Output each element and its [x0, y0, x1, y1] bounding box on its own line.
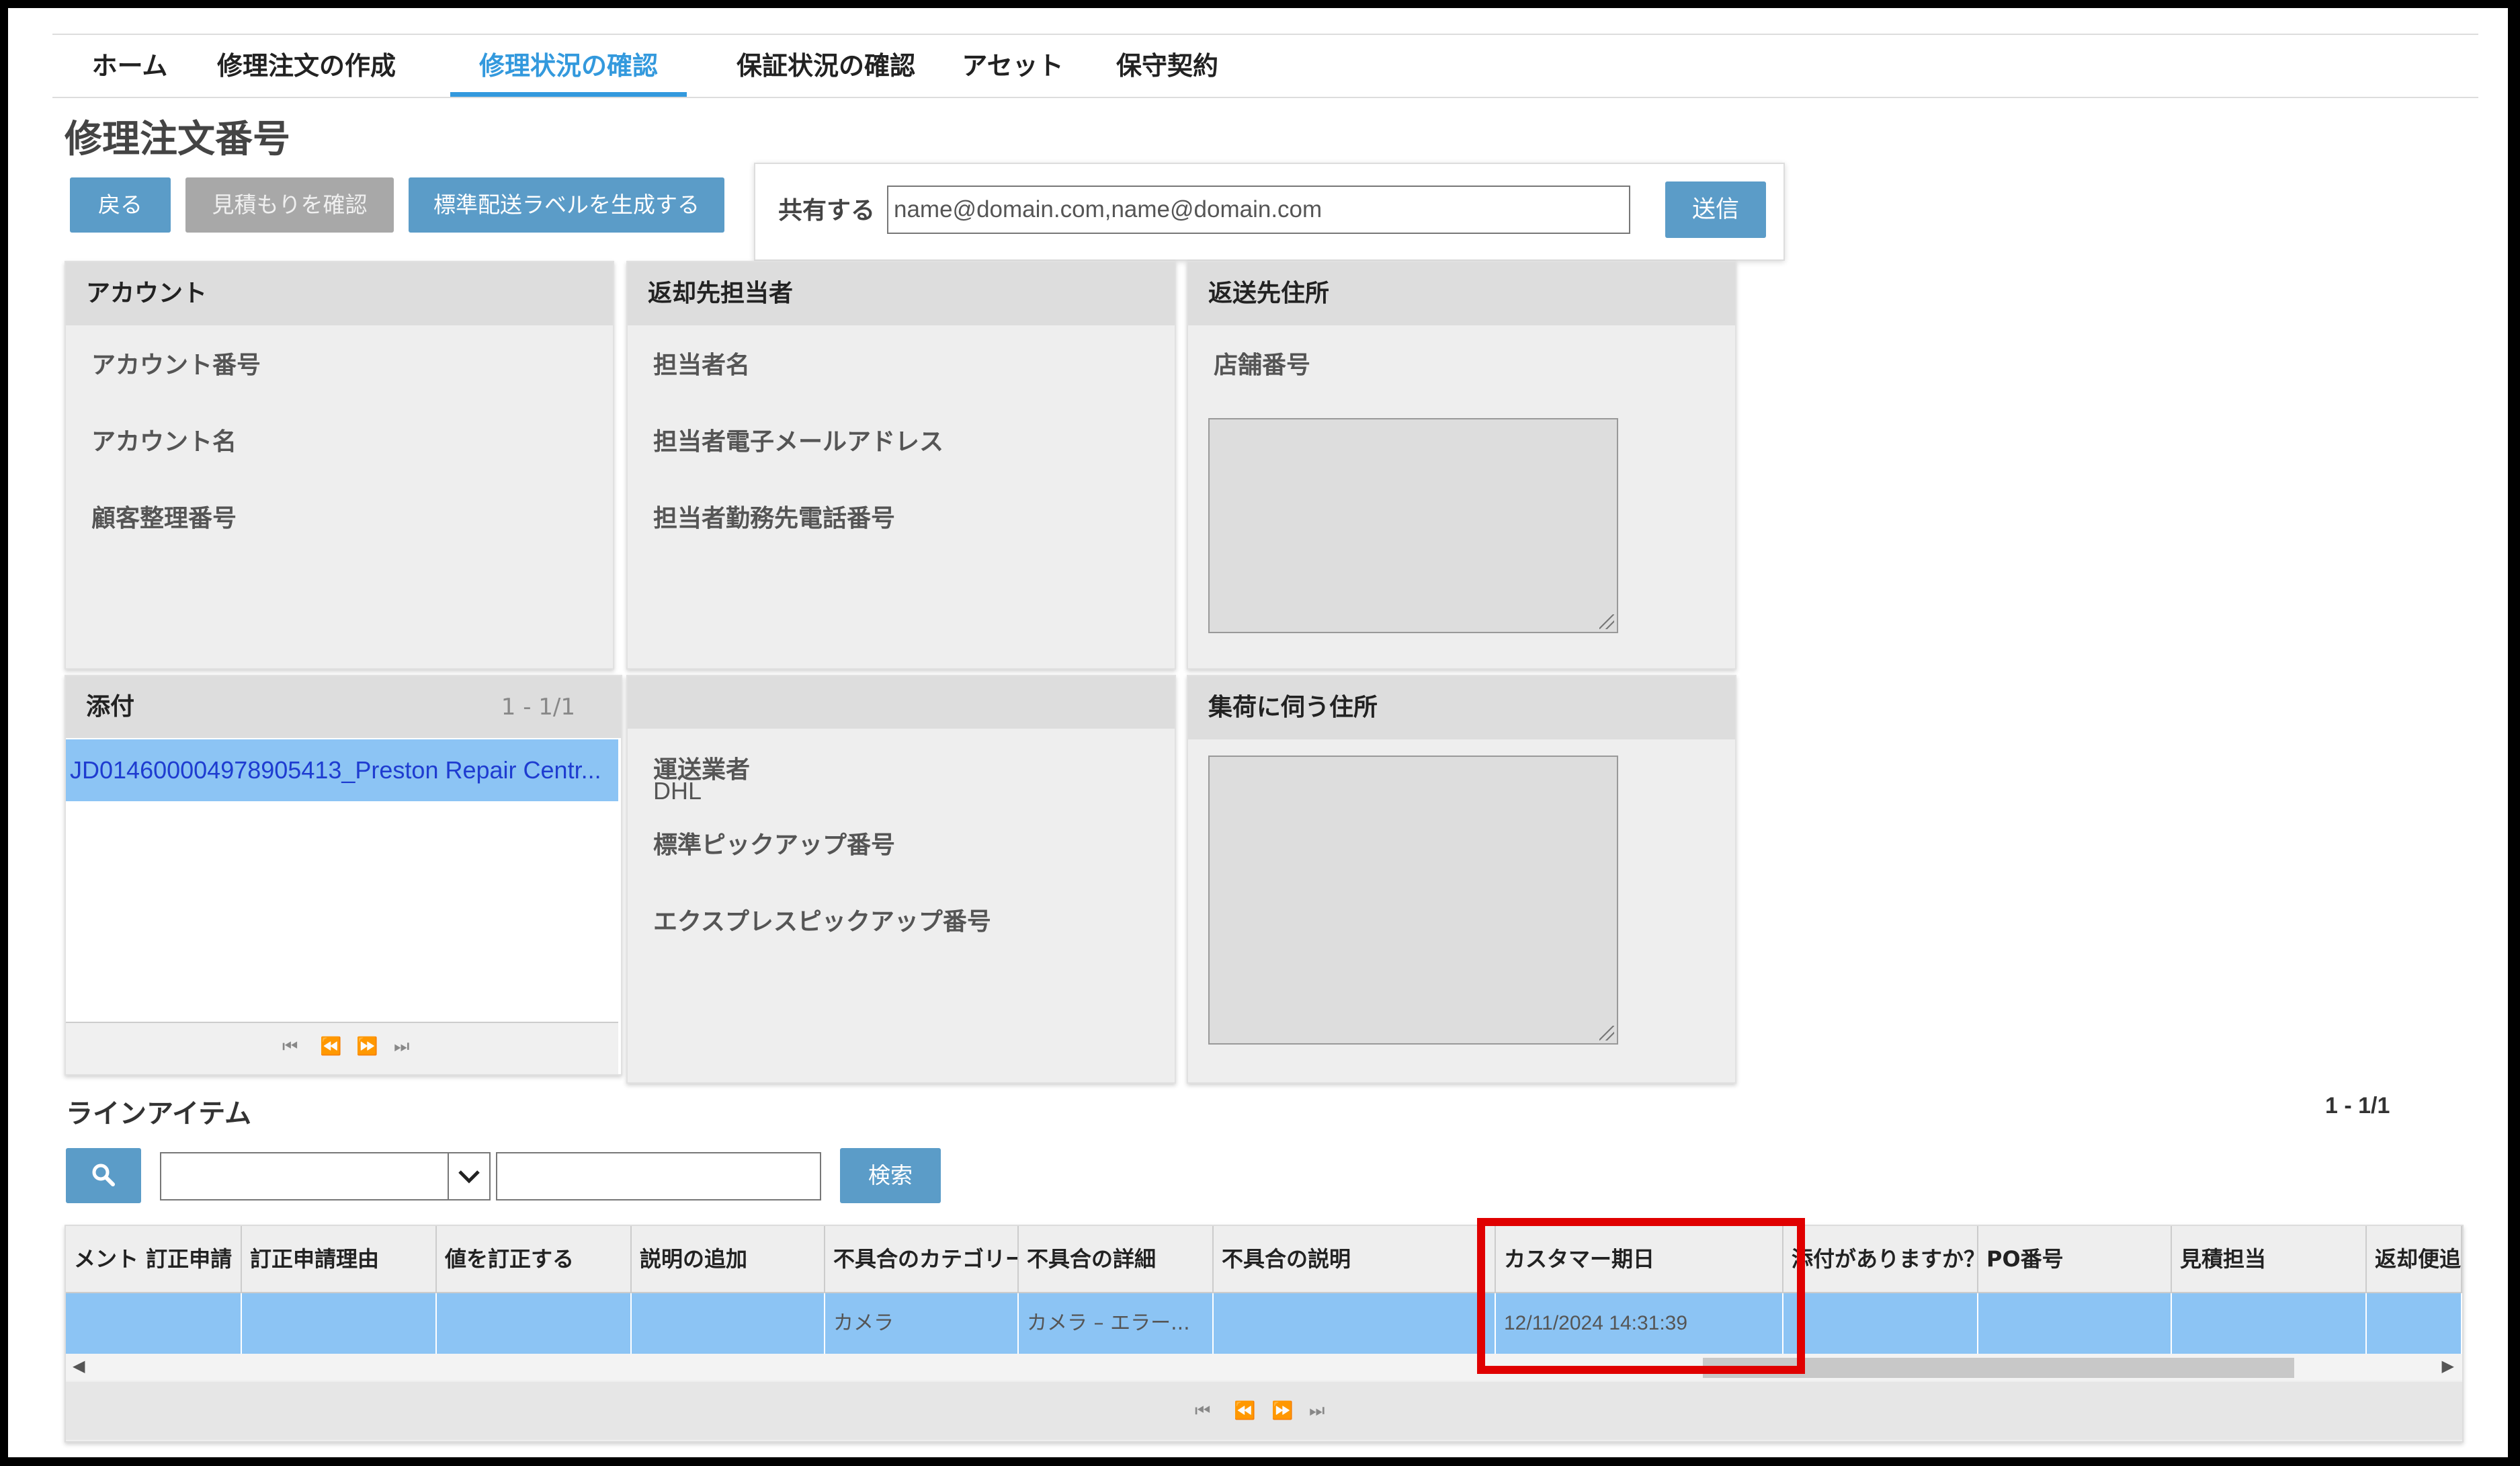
share-email-input[interactable]: name@domain.com,name@domain.com — [887, 186, 1630, 234]
page-title: 修理注文番号 — [65, 118, 290, 161]
shipping-panel: 運送業者 DHL 標準ピックアップ番号 エクスプレスピックアップ番号 — [626, 675, 1176, 1084]
table-cell — [437, 1293, 632, 1354]
pickup-address-panel: 集荷に伺う住所 — [1187, 675, 1736, 1084]
attachments-pager: ⏮ ⏪ ⏩ ⏭ — [66, 1022, 618, 1074]
tab-maintenance[interactable]: 保守契約 — [1097, 35, 1238, 97]
table-cell — [632, 1293, 825, 1354]
col-header[interactable]: 説明の追加 — [632, 1226, 825, 1292]
table-cell: カメラ — [825, 1293, 1019, 1354]
attachments-title: 添付 — [86, 693, 135, 721]
col-header[interactable]: PO番号 — [1978, 1226, 2172, 1292]
tab-warranty-status[interactable]: 保証状況の確認 — [710, 35, 942, 97]
first-page-icon[interactable]: ⏮ — [1195, 1401, 1210, 1422]
col-header[interactable]: 訂正申請理由 — [242, 1226, 437, 1292]
return-contact-header: 返却先担当者 — [628, 262, 1175, 325]
dropdown-toggle[interactable] — [448, 1153, 489, 1199]
last-page-icon[interactable]: ⏭ — [394, 1036, 409, 1057]
highlight-box — [1477, 1218, 1805, 1374]
grid-header: メント 訂正申請 訂正申請理由 値を訂正する 説明の追加 不具合のカテゴリー 不… — [66, 1226, 2462, 1293]
return-contact-title: 返却先担当者 — [648, 280, 794, 307]
tab-create-order[interactable]: 修理注文の作成 — [206, 35, 407, 97]
table-cell — [1978, 1293, 2172, 1354]
contact-phone-label: 担当者勤務先電話番号 — [653, 505, 896, 532]
scroll-left-icon[interactable]: ◀ — [73, 1356, 85, 1375]
return-address-header: 返送先住所 — [1188, 262, 1735, 325]
search-icon — [92, 1164, 115, 1186]
back-button[interactable]: 戻る — [70, 177, 171, 233]
tab-home[interactable]: ホーム — [86, 35, 173, 97]
pickup-address-title: 集荷に伺う住所 — [1208, 694, 1378, 721]
last-page-icon[interactable]: ⏭ — [1309, 1401, 1325, 1422]
table-cell — [2172, 1293, 2367, 1354]
resize-grip-icon[interactable] — [1599, 1026, 1614, 1041]
contact-email-label: 担当者電子メールアドレス — [653, 428, 944, 456]
attachments-header: 添付 1 - 1/1 — [66, 676, 621, 738]
table-cell — [2367, 1293, 2462, 1354]
pickup-address-textarea[interactable] — [1208, 756, 1618, 1045]
account-panel-header: アカウント — [66, 262, 613, 325]
exp-pickup-label: エクスプレスピックアップ番号 — [653, 908, 991, 936]
filter-field-select[interactable] — [160, 1152, 491, 1200]
col-header[interactable]: 添付がありますか？ — [1783, 1226, 1978, 1292]
share-email-placeholder: name@domain.com,name@domain.com — [894, 196, 1322, 222]
line-items-grid: メント 訂正申請 訂正申請理由 値を訂正する 説明の追加 不具合のカテゴリー 不… — [65, 1225, 2464, 1442]
account-number-label: アカウント番号 — [91, 352, 261, 379]
line-items-count: 1 - 1/1 — [2325, 1093, 2390, 1118]
col-header[interactable]: 不具合の詳細 — [1019, 1226, 1214, 1292]
account-title: アカウント — [86, 280, 208, 307]
return-address-textarea[interactable] — [1208, 418, 1618, 633]
scroll-right-icon[interactable]: ▶ — [2442, 1356, 2454, 1375]
std-pickup-label: 標準ピックアップ番号 — [653, 831, 896, 859]
col-header[interactable]: 不具合の説明 — [1214, 1226, 1496, 1292]
grid-pager: ⏮ ⏪ ⏩ ⏭ — [66, 1382, 2462, 1440]
search-toggle-button[interactable] — [66, 1148, 141, 1203]
chevron-down-icon — [458, 1170, 480, 1184]
main-nav: ホーム 修理注文の作成 修理状況の確認 保証状況の確認 アセット 保守契約 — [52, 34, 2478, 98]
table-cell — [66, 1293, 242, 1354]
resize-grip-icon[interactable] — [1599, 614, 1614, 629]
attachments-panel: 添付 1 - 1/1 JD014600004978905413_Preston … — [65, 675, 622, 1075]
return-address-panel: 返送先住所 店舗番号 — [1187, 261, 1736, 669]
table-cell — [242, 1293, 437, 1354]
attachments-count: 1 - 1/1 — [501, 694, 575, 721]
attachment-row[interactable]: JD014600004978905413_Preston Repair Cent… — [66, 739, 618, 801]
send-button[interactable]: 送信 — [1665, 181, 1766, 238]
share-box: 共有する name@domain.com,name@domain.com 送信 — [754, 163, 1785, 261]
table-cell — [1214, 1293, 1496, 1354]
pickup-address-header: 集荷に伺う住所 — [1188, 676, 1735, 739]
prev-page-icon[interactable]: ⏪ — [1234, 1401, 1255, 1421]
contact-name-label: 担当者名 — [653, 352, 751, 379]
table-cell: カメラ – エラー... — [1019, 1293, 1214, 1354]
table-row[interactable]: カメラ カメラ – エラー... 12/11/2024 14:31:39 — [66, 1293, 2462, 1354]
shipping-header — [628, 676, 1175, 729]
carrier-value: DHL — [653, 777, 702, 805]
view-quote-button[interactable]: 見積もりを確認 — [185, 177, 394, 233]
account-name-label: アカウント名 — [91, 428, 237, 456]
generate-label-button[interactable]: 標準配送ラベルを生成する — [409, 177, 724, 233]
search-button[interactable]: 検索 — [840, 1148, 941, 1203]
return-contact-panel: 返却先担当者 担当者名 担当者電子メールアドレス 担当者勤務先電話番号 — [626, 261, 1176, 669]
tab-repair-status[interactable]: 修理状況の確認 — [450, 35, 687, 97]
return-address-title: 返送先住所 — [1208, 280, 1330, 307]
share-label: 共有する — [778, 197, 876, 225]
next-page-icon[interactable]: ⏩ — [356, 1036, 378, 1057]
tab-assets[interactable]: アセット — [942, 35, 1083, 97]
store-number-label: 店舗番号 — [1214, 352, 1311, 379]
next-page-icon[interactable]: ⏩ — [1271, 1401, 1293, 1421]
table-cell — [1783, 1293, 1978, 1354]
col-header[interactable]: 返却便追 — [2367, 1226, 2462, 1292]
prev-page-icon[interactable]: ⏪ — [320, 1036, 341, 1057]
customer-ref-label: 顧客整理番号 — [91, 505, 237, 532]
col-header[interactable]: メント 訂正申請 — [66, 1226, 242, 1292]
line-items-title: ラインアイテム — [66, 1098, 251, 1129]
col-header[interactable]: 値を訂正する — [437, 1226, 632, 1292]
col-header[interactable]: 見積担当 — [2172, 1226, 2367, 1292]
account-panel: アカウント アカウント番号 アカウント名 顧客整理番号 — [65, 261, 614, 669]
filter-value-input[interactable] — [496, 1152, 821, 1200]
app-window: ホーム 修理注文の作成 修理状況の確認 保証状況の確認 アセット 保守契約 修理… — [8, 8, 2508, 1457]
col-header[interactable]: 不具合のカテゴリー — [825, 1226, 1019, 1292]
first-page-icon[interactable]: ⏮ — [282, 1036, 298, 1057]
attachment-link[interactable]: JD014600004978905413_Preston Repair Cent… — [70, 739, 601, 801]
horizontal-scrollbar[interactable]: ◀ ▶ — [66, 1354, 2462, 1381]
